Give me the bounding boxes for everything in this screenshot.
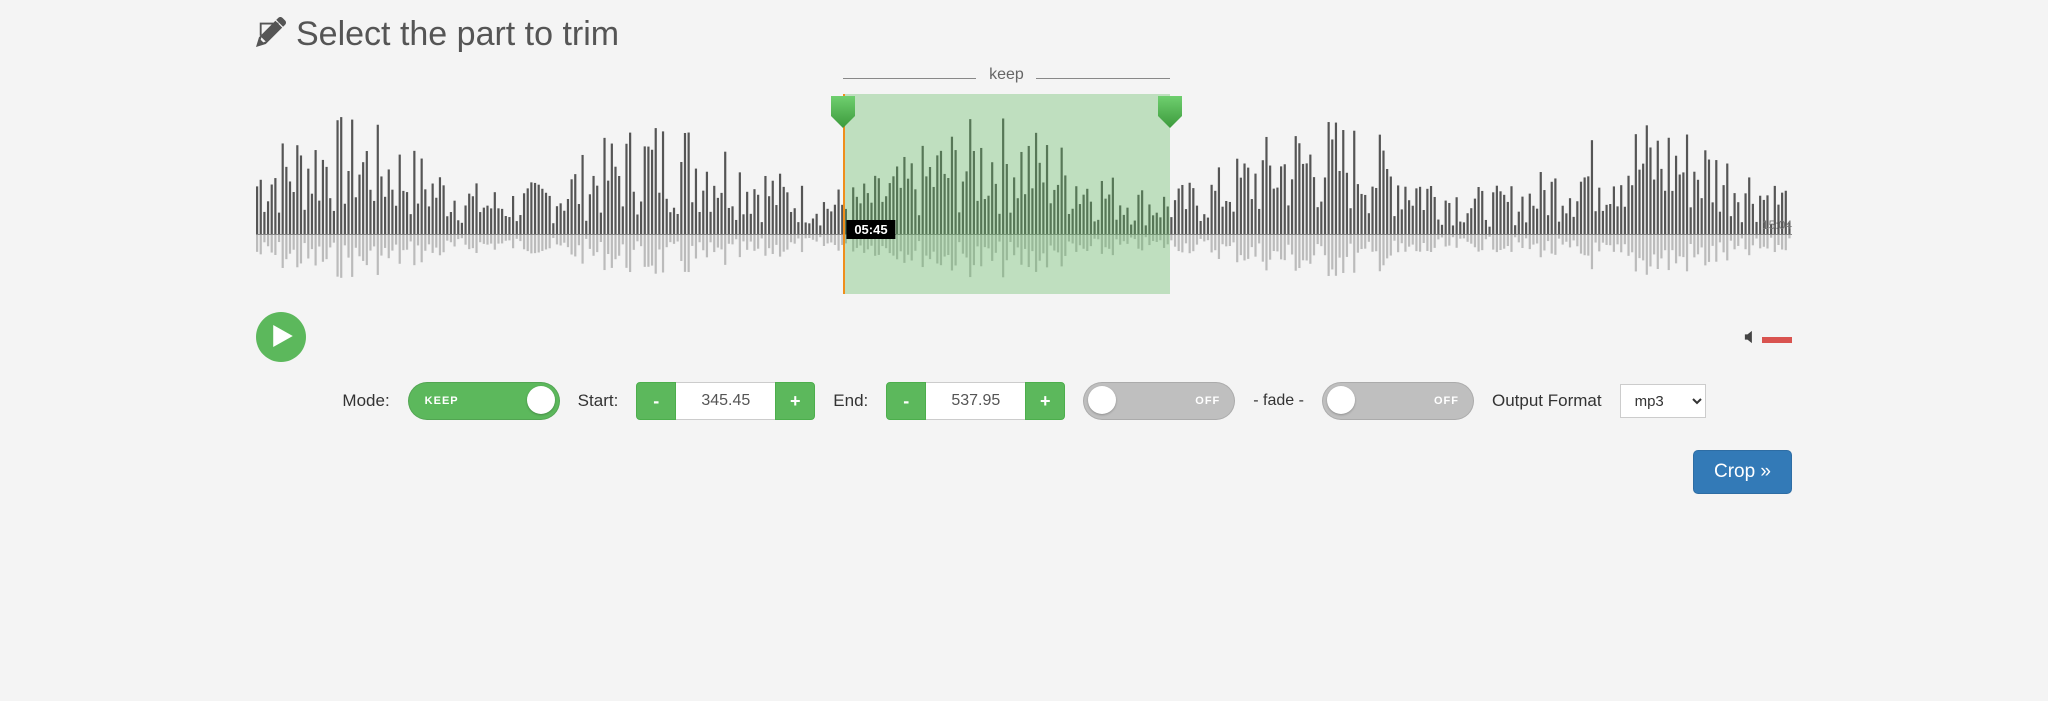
end-increment-button[interactable]: + (1025, 382, 1065, 420)
output-format-label: Output Format (1492, 391, 1602, 411)
crop-button[interactable]: Crop » (1693, 450, 1792, 494)
output-format-select[interactable]: mp3 (1620, 384, 1706, 418)
speaker-icon (1744, 330, 1758, 349)
end-label: End: (833, 391, 868, 411)
end-stepper: - + (886, 382, 1065, 420)
fade-separator: - fade - (1253, 392, 1304, 410)
volume-control[interactable] (1744, 330, 1792, 349)
page-heading: Select the part to trim (256, 0, 1792, 54)
brace-label: keep (979, 66, 1034, 84)
fade-in-toggle[interactable]: OFF (1083, 382, 1235, 420)
fade-out-value: OFF (1434, 395, 1459, 407)
end-decrement-button[interactable]: - (886, 382, 926, 420)
start-decrement-button[interactable]: - (636, 382, 676, 420)
end-input[interactable] (926, 382, 1025, 420)
mode-toggle[interactable]: KEEP (408, 382, 560, 420)
start-input[interactable] (676, 382, 775, 420)
start-increment-button[interactable]: + (775, 382, 815, 420)
total-duration-label: 15:04 (1762, 218, 1792, 232)
start-stepper: - + (636, 382, 815, 420)
fade-in-value: OFF (1195, 395, 1220, 407)
play-button[interactable] (256, 312, 306, 362)
selection-brace: keep (256, 64, 1792, 94)
mode-toggle-value: KEEP (425, 395, 459, 407)
volume-bar[interactable] (1762, 337, 1792, 343)
play-icon (270, 325, 293, 350)
waveform[interactable]: 05:45 15:04 (256, 94, 1792, 294)
selection-end-handle[interactable] (1156, 94, 1184, 130)
edit-icon (256, 17, 296, 52)
start-label: Start: (578, 391, 619, 411)
page-title: Select the part to trim (296, 15, 619, 54)
selection-start-handle[interactable] (829, 94, 857, 130)
mode-label: Mode: (342, 391, 389, 411)
options-bar: Mode: KEEP Start: - + End: - + OFF - fad… (256, 368, 1792, 450)
fade-out-toggle[interactable]: OFF (1322, 382, 1474, 420)
playhead-time-badge: 05:45 (846, 220, 895, 239)
